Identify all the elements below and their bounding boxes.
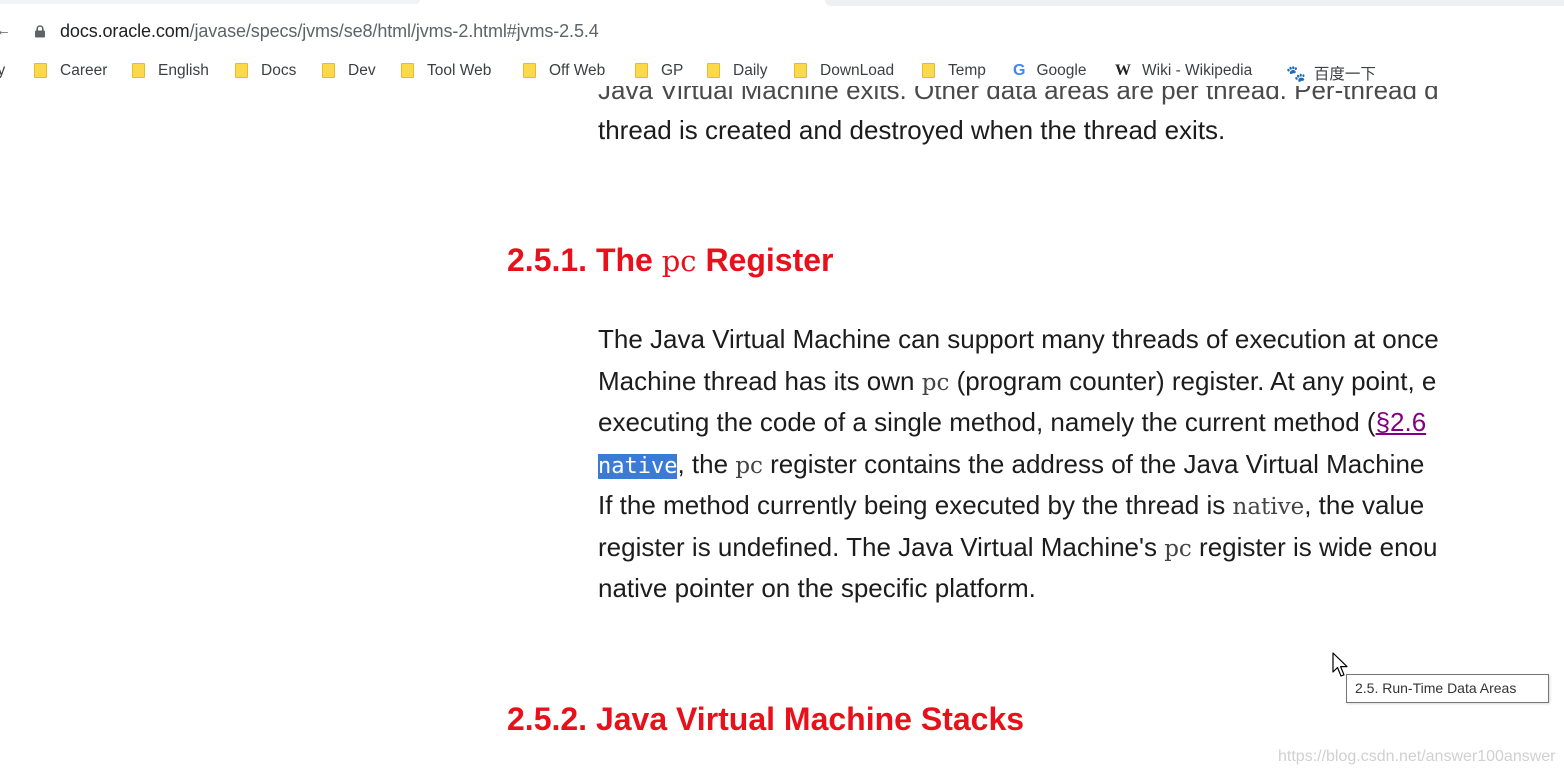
text: , the value <box>1304 490 1425 520</box>
url-text[interactable]: docs.oracle.com/javase/specs/jvms/se8/ht… <box>60 21 599 42</box>
para-line-3: executing the code of a single method, n… <box>598 402 1439 444</box>
bookmark-label: Google <box>1036 62 1087 79</box>
para-line-4: native, the pc register contains the add… <box>598 444 1439 486</box>
bookmark-daily[interactable]: Daily <box>707 62 767 80</box>
google-icon: G <box>1013 62 1026 79</box>
url-domain: docs.oracle.com <box>60 21 190 41</box>
folder-icon <box>235 63 248 78</box>
code-pc: pc <box>921 369 950 396</box>
folder-icon <box>794 63 807 78</box>
bookmark-label: Temp <box>948 62 986 79</box>
bookmark-label: Docs <box>261 62 297 79</box>
section-title: Java Virtual Machine Stacks <box>595 701 1025 737</box>
bookmark-download[interactable]: DownLoad <box>794 62 894 80</box>
folder-icon <box>132 63 145 78</box>
url-path: /javase/specs/jvms/se8/html/jvms-2.html#… <box>189 21 599 41</box>
bookmark-label: GP <box>661 62 684 79</box>
text: Machine thread has its own <box>598 365 922 396</box>
bookmark-label: English <box>158 62 209 79</box>
bookmark-wikipedia[interactable]: W Wiki - Wikipedia <box>1115 62 1252 80</box>
bookmark-baidu[interactable]: 🐾 百度一下 <box>1286 62 1376 84</box>
watermark: https://blog.csdn.net/answer100answer <box>1278 748 1556 765</box>
tab-strip <box>0 0 1564 8</box>
folder-icon <box>322 63 335 78</box>
intro-paragraph: thread is created and destroyed when the… <box>598 110 1225 152</box>
section-number: 2.5.1. <box>507 242 588 278</box>
para-line-2: Machine thread has its own pc (program c… <box>598 361 1439 403</box>
bookmark-career[interactable]: Career <box>34 62 107 80</box>
folder-icon <box>922 63 935 78</box>
para-line-7: native pointer on the specific platform. <box>598 568 1439 610</box>
section-title-code: pc <box>661 244 697 278</box>
code-pc: pc <box>1164 535 1192 562</box>
section-heading-2-5-1: 2.5.1. The pc Register <box>507 242 833 279</box>
folder-icon <box>401 63 414 78</box>
bookmark-docs[interactable]: Docs <box>235 62 296 80</box>
bookmark-label: Career <box>60 62 108 79</box>
text: register is wide enou <box>1191 531 1438 562</box>
bookmark-english[interactable]: English <box>132 62 209 80</box>
intro-text-partial: Java Virtual Machine exits. Other data a… <box>598 86 1439 105</box>
text: , the <box>677 448 736 479</box>
bookmark-tool-web[interactable]: Tool Web <box>401 62 491 80</box>
back-arrow-icon[interactable]: ← <box>0 22 11 39</box>
pc-register-paragraph: The Java Virtual Machine can support man… <box>598 319 1439 610</box>
bookmark-off-web[interactable]: Off Web <box>523 62 605 80</box>
bookmark-label: Off Web <box>549 62 606 79</box>
bookmark-label: Daily <box>733 62 768 79</box>
tab-edge-left[interactable] <box>0 0 420 4</box>
folder-icon <box>707 63 720 78</box>
bookmark-ly[interactable]: ly <box>0 62 5 80</box>
link-tooltip: 2.5. Run-Time Data Areas <box>1346 674 1549 703</box>
bookmark-label: ly <box>0 62 6 79</box>
baidu-paw-icon: 🐾 <box>1286 66 1306 83</box>
bookmark-label: DownLoad <box>820 62 895 79</box>
code-pc: pc <box>735 452 763 479</box>
text: native pointer on the specific platform. <box>598 573 1036 603</box>
folder-icon <box>635 63 648 78</box>
text: executing the code of a single method, n… <box>598 407 1376 437</box>
text: The Java Virtual Machine can support man… <box>598 324 1439 354</box>
text: (program counter) register. At any point… <box>949 365 1437 396</box>
folder-icon <box>523 63 536 78</box>
intro-text: thread is created and destroyed when the… <box>598 115 1226 145</box>
page-content: Java Virtual Machine exits. Other data a… <box>0 86 1564 776</box>
bookmark-google[interactable]: G Google <box>1013 62 1086 80</box>
bookmark-label: Wiki - Wikipedia <box>1142 62 1253 79</box>
folder-icon <box>34 63 47 78</box>
bookmark-dev[interactable]: Dev <box>322 62 376 80</box>
tab-edge-right[interactable] <box>825 0 1564 6</box>
bookmark-label: 百度一下 <box>1313 66 1376 83</box>
para-line-1: The Java Virtual Machine can support man… <box>598 319 1439 361</box>
intro-partial-line: Java Virtual Machine exits. Other data a… <box>598 86 1439 112</box>
section-heading-2-5-2: 2.5.2. Java Virtual Machine Stacks <box>507 701 1024 738</box>
address-bar[interactable]: ← docs.oracle.com/javase/specs/jvms/se8/… <box>0 14 1564 48</box>
text: If the method currently being executed b… <box>598 490 1233 520</box>
wikipedia-icon: W <box>1115 62 1131 79</box>
text: register is undefined. The Java Virtual … <box>598 531 1165 562</box>
section-number: 2.5.2. <box>507 701 588 737</box>
text: register contains the address of the Jav… <box>762 448 1425 479</box>
bookmark-label: Tool Web <box>427 62 492 79</box>
bookmark-label: Dev <box>348 62 376 79</box>
section-title-pre: The <box>595 242 653 278</box>
para-line-5: If the method currently being executed b… <box>598 485 1439 527</box>
bookmark-gp[interactable]: GP <box>635 62 683 80</box>
selected-text-native[interactable]: native <box>598 453 678 479</box>
section-link-2-6[interactable]: §2.6 <box>1376 407 1427 437</box>
bookmark-temp[interactable]: Temp <box>922 62 986 80</box>
lock-icon[interactable] <box>34 25 46 38</box>
section-title-post: Register <box>705 242 834 278</box>
bookmarks-bar: ly Career English Docs Dev Tool Web Off … <box>0 58 1564 86</box>
code-native: native <box>1232 494 1305 520</box>
para-line-6: register is undefined. The Java Virtual … <box>598 527 1439 569</box>
